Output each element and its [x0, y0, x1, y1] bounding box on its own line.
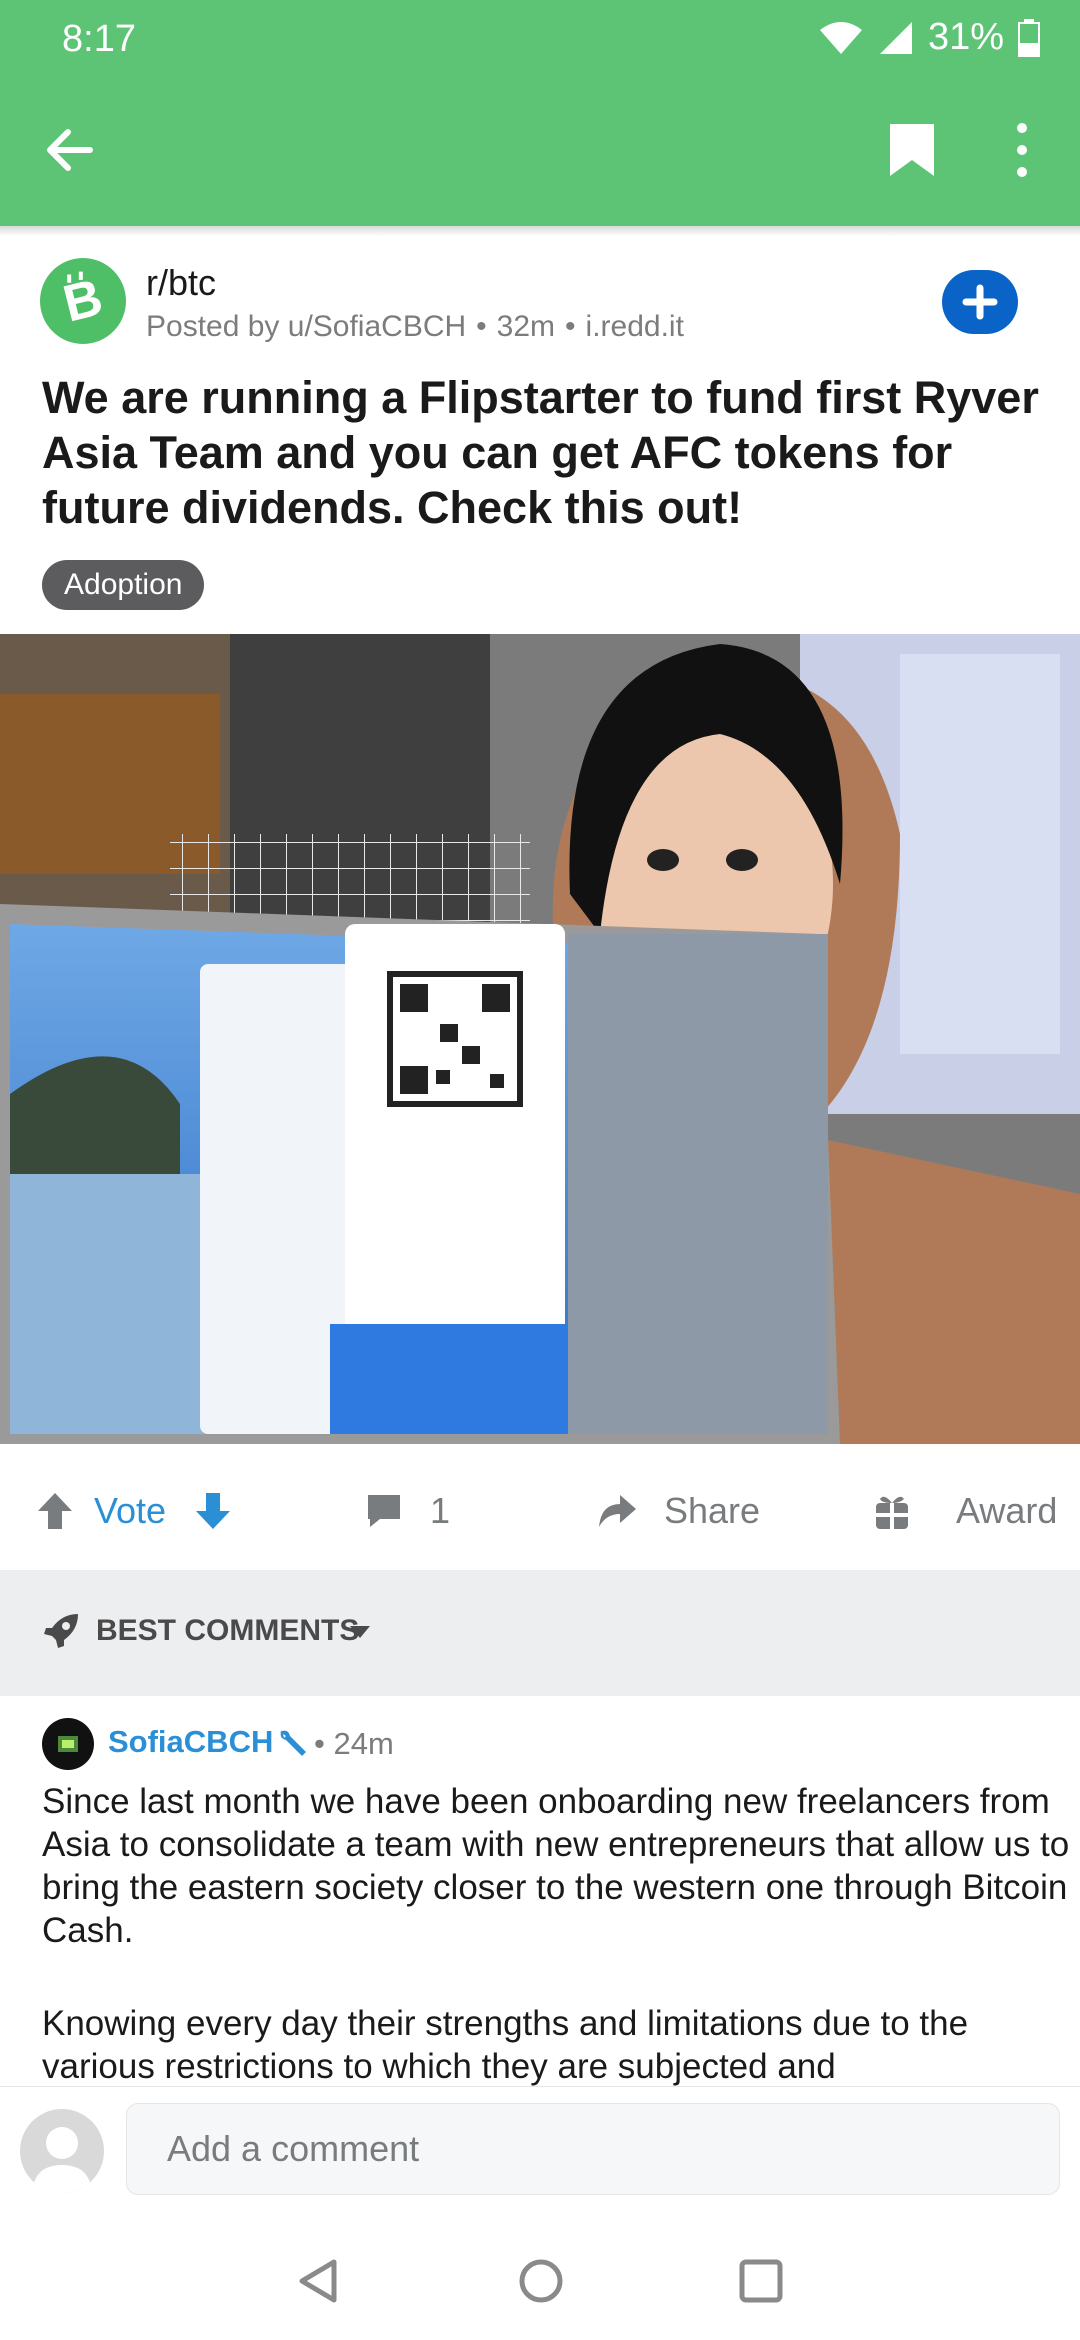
share-arrow-icon	[599, 1495, 636, 1527]
more-options-icon[interactable]	[1000, 120, 1044, 180]
post-meta: Posted by u/SofiaCBCH • 32m • i.redd.it	[146, 310, 684, 344]
meta-separator: •	[565, 310, 576, 343]
share-button[interactable]: Share	[596, 1490, 760, 1532]
status-time: 8:17	[62, 18, 136, 60]
system-nav-bar	[0, 2210, 1080, 2340]
status-bar: 8:17 31%	[0, 0, 1080, 80]
nav-recents-icon[interactable]	[736, 2256, 786, 2306]
cell-signal-icon	[879, 21, 912, 54]
post-action-bar: Vote 1 Share Award	[0, 1450, 1080, 1570]
comment-input[interactable]: Add a comment	[126, 2103, 1060, 2195]
status-icons: 31%	[818, 16, 1040, 59]
vote-label: Vote	[94, 1490, 167, 1531]
upvote-arrow-icon[interactable]	[36, 1491, 74, 1531]
post-flair[interactable]: Adoption	[42, 560, 205, 610]
back-arrow-icon[interactable]	[40, 120, 100, 180]
comments-button[interactable]: 1	[364, 1490, 450, 1532]
comment-paragraph: Knowing every day their strengths and li…	[42, 2004, 969, 2086]
award-label: Award	[956, 1490, 1058, 1531]
wifi-icon	[819, 21, 862, 54]
battery-icon	[1018, 18, 1040, 57]
meta-separator: •	[476, 310, 487, 343]
nav-home-icon[interactable]	[516, 2256, 566, 2306]
subreddit-avatar[interactable]: B	[40, 258, 126, 344]
user-avatar[interactable]	[20, 2109, 104, 2193]
comment-paragraph: Since last month we have been onboarding…	[42, 1782, 1070, 1950]
comment-compose-bar: Add a comment	[0, 2086, 1080, 2210]
bookmark-icon[interactable]	[884, 120, 940, 180]
comment-count: 1	[430, 1490, 451, 1531]
battery-percent: 31%	[927, 16, 1004, 58]
comment-body[interactable]: Since last month we have been onboarding…	[42, 1780, 1072, 2086]
chevron-down-icon	[350, 1626, 370, 1638]
post-domain[interactable]: i.redd.it	[586, 310, 684, 344]
downvote-arrow-icon[interactable]	[194, 1491, 232, 1531]
gift-icon	[876, 1495, 908, 1529]
app-bar	[0, 100, 1080, 200]
comment-time: • 24m	[314, 1726, 394, 1761]
post-age: 32m	[496, 310, 556, 343]
post-author[interactable]: Posted by u/SofiaCBCH	[146, 310, 466, 344]
app-header: 8:17 31%	[0, 0, 1080, 226]
rocket-icon	[44, 1614, 78, 1648]
nav-back-icon[interactable]	[296, 2256, 346, 2306]
svg-text:B: B	[58, 268, 108, 333]
post-image[interactable]	[0, 634, 1080, 1444]
comment-sort-bar[interactable]: BEST COMMENTS	[0, 1570, 1080, 1696]
share-label: Share	[664, 1490, 761, 1531]
comment-bubble-icon	[368, 1495, 400, 1527]
award-button[interactable]: Award	[874, 1490, 1057, 1532]
subreddit-name[interactable]: r/btc	[146, 262, 216, 304]
comment-author[interactable]: SofiaCBCH	[108, 1724, 273, 1760]
header-shadow	[0, 226, 1080, 236]
sort-label: BEST COMMENTS	[96, 1614, 360, 1647]
post-photo	[0, 634, 1080, 1444]
post-title[interactable]: We are running a Flipstarter to fund fir…	[42, 370, 1042, 535]
plus-icon	[962, 284, 998, 320]
wrench-icon	[280, 1730, 306, 1756]
join-subreddit-button[interactable]	[942, 270, 1018, 334]
commenter-avatar[interactable]	[42, 1718, 94, 1770]
default-user-icon	[32, 2127, 92, 2193]
bitcoin-cash-logo-icon: B	[58, 268, 108, 333]
snoo-avatar-icon	[58, 1736, 78, 1752]
vote-group: Vote	[36, 1490, 232, 1532]
